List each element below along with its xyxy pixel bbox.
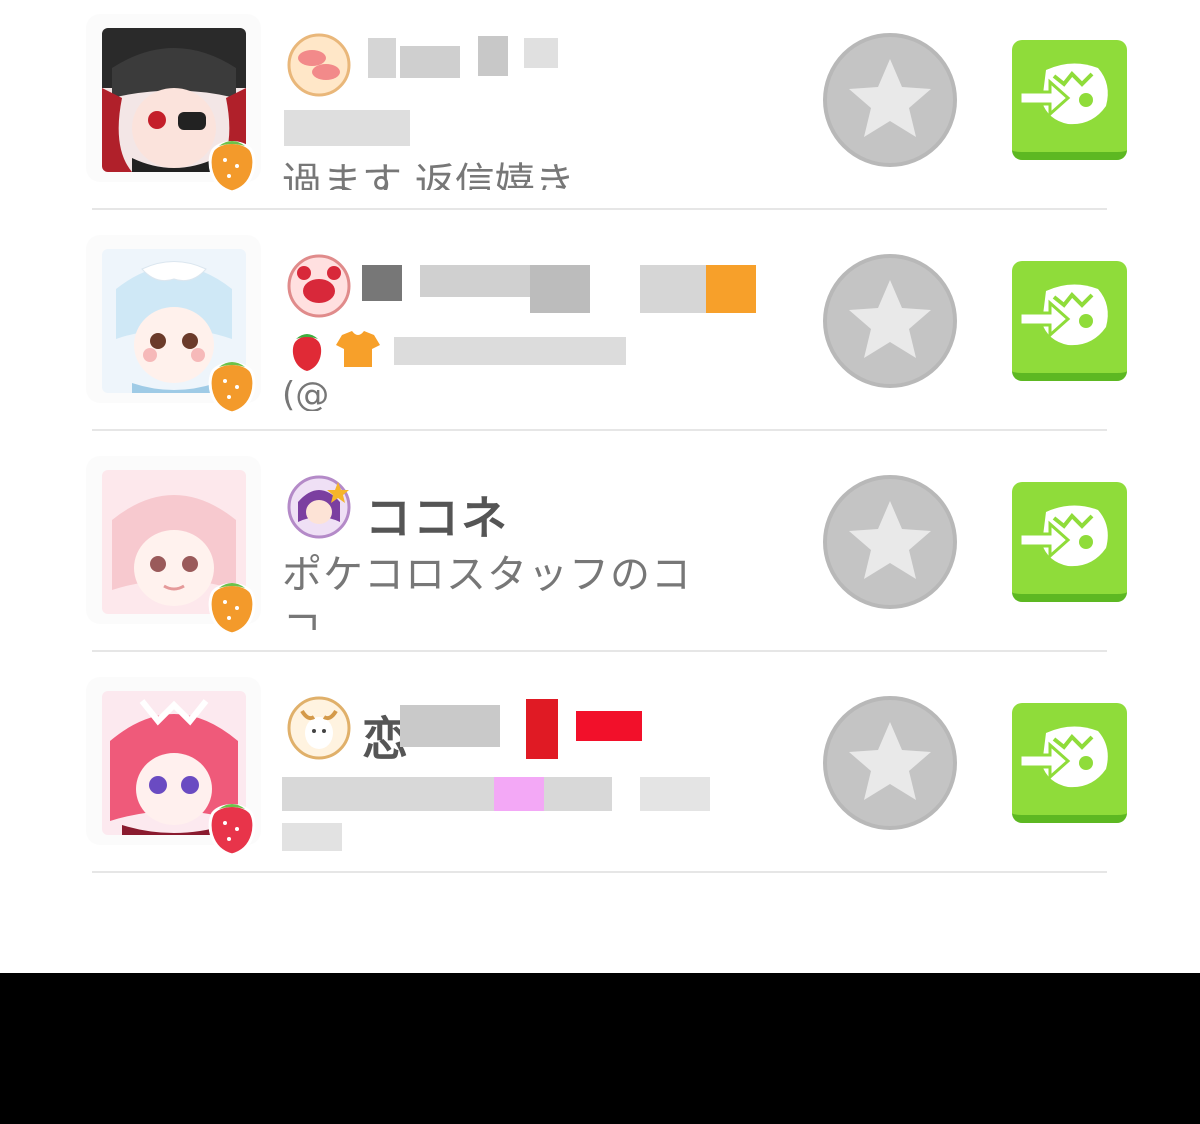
strawberry-badge-icon	[203, 353, 261, 415]
pixelated-desc	[282, 777, 612, 811]
pixelated-desc	[284, 110, 410, 146]
strawberry-badge-icon	[203, 795, 261, 857]
friend-desc: コ...	[282, 606, 361, 630]
favorite-button[interactable]	[823, 475, 957, 609]
virgo-icon	[284, 472, 354, 542]
star-icon	[849, 59, 931, 137]
pixelated-name	[576, 711, 642, 741]
star-icon	[849, 722, 931, 800]
pixelated-name	[420, 265, 530, 297]
pixelated-name	[706, 265, 756, 313]
pixelated-name	[400, 705, 500, 747]
visit-button[interactable]	[1012, 703, 1127, 823]
friend-name: ココネ	[365, 491, 509, 545]
row-divider	[92, 208, 1107, 210]
friend-desc-fragment: (@	[282, 375, 330, 411]
pixelated-name	[524, 38, 558, 68]
screen-bottom-bar	[0, 973, 1200, 1124]
capricorn-icon	[284, 693, 354, 763]
egg-arrow-icon	[1018, 505, 1108, 567]
favorite-button[interactable]	[823, 33, 957, 167]
friend-row[interactable]: (@	[0, 221, 1200, 442]
friend-desc: ポケコロスタッフのコ	[282, 552, 692, 598]
pixelated-desc	[394, 337, 626, 365]
egg-arrow-icon	[1018, 63, 1108, 125]
pixelated-name	[400, 46, 460, 78]
egg-arrow-icon	[1018, 284, 1108, 346]
pixelated-name	[368, 38, 396, 78]
strawberry-badge-icon	[203, 132, 261, 194]
pixelated-name	[478, 36, 508, 76]
visit-button[interactable]	[1012, 482, 1127, 602]
friend-desc-fragment: 過ます 返信嬉き	[282, 160, 575, 190]
pixelated-name	[530, 265, 590, 313]
friend-row[interactable]: ココネ ポケコロスタッフのコ コ...	[0, 442, 1200, 663]
row-divider	[92, 871, 1107, 873]
cancer-icon	[284, 251, 354, 321]
shirt-icon	[336, 331, 380, 367]
pisces-icon	[284, 30, 354, 100]
pixelated-desc	[640, 777, 710, 811]
visit-button[interactable]	[1012, 261, 1127, 381]
star-icon	[849, 280, 931, 358]
egg-arrow-icon	[1018, 726, 1108, 788]
pixelated-desc	[494, 777, 544, 811]
pixelated-name	[362, 265, 402, 301]
pixelated-desc	[282, 823, 342, 851]
visit-button[interactable]	[1012, 40, 1127, 160]
favorite-button[interactable]	[823, 696, 957, 830]
friend-row[interactable]: 恋	[0, 663, 1200, 884]
pixelated-name	[640, 265, 706, 313]
friend-row[interactable]: 過ます 返信嬉き	[0, 0, 1200, 221]
row-divider	[92, 429, 1107, 431]
friend-list-panel: 過ます 返信嬉き (@ ココネ ポケコロスタッフのコ コ... 恋	[0, 0, 1200, 973]
strawberry-badge-icon	[203, 574, 261, 636]
favorite-button[interactable]	[823, 254, 957, 388]
pixelated-name	[526, 699, 558, 759]
strawberry-icon	[288, 329, 326, 373]
star-icon	[849, 501, 931, 579]
row-divider	[92, 650, 1107, 652]
